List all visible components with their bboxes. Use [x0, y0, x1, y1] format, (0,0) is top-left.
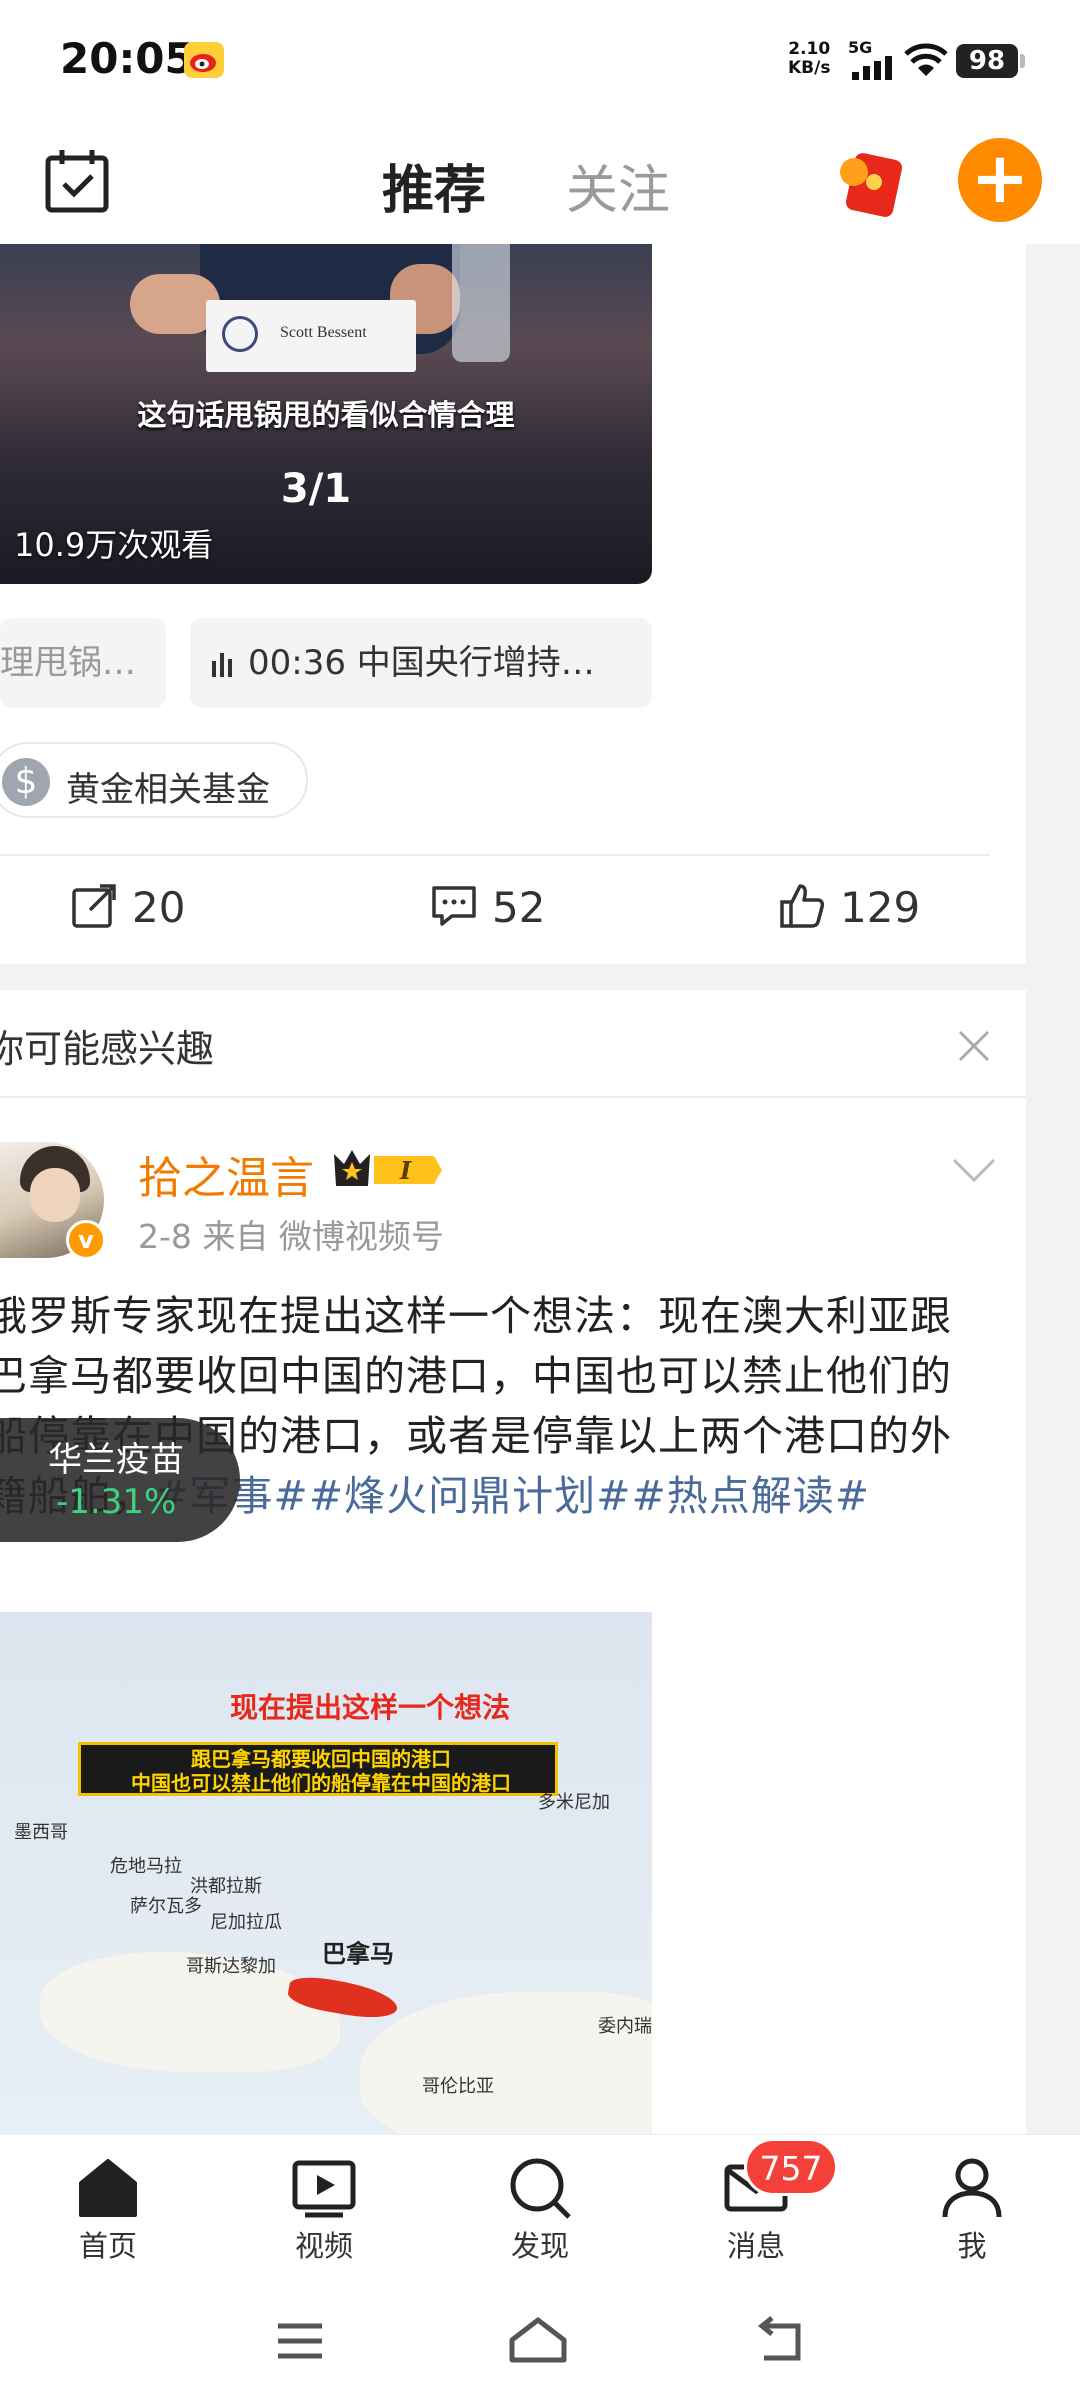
- tab-discover[interactable]: 发现: [470, 2155, 610, 2265]
- message-count-badge: 757: [744, 2138, 838, 2196]
- tab-following[interactable]: 关注: [566, 148, 670, 223]
- tab-me[interactable]: 我: [902, 2155, 1042, 2265]
- hashtag-link[interactable]: #烽火问鼎计划#: [309, 1472, 632, 1520]
- calendar-checkin-icon[interactable]: [44, 148, 110, 214]
- divider: [0, 1096, 1026, 1098]
- audio-wave-icon: [212, 653, 232, 677]
- right-gutter: [1026, 244, 1080, 2134]
- menu-icon[interactable]: [270, 2314, 330, 2368]
- network-type: 5G: [848, 38, 873, 57]
- comment-button[interactable]: 52: [430, 882, 545, 932]
- top-nav: 推荐 关注 +: [0, 122, 1080, 244]
- video-icon: [292, 2160, 356, 2218]
- search-icon: [510, 2158, 571, 2219]
- repost-icon: [72, 884, 116, 928]
- net-speed: 2.10 KB/s: [788, 39, 831, 78]
- svg-text:I: I: [399, 1156, 412, 1185]
- fund-tag-label: 黄金相关基金: [66, 770, 270, 810]
- related-video-chip[interactable]: 理甩锅…: [0, 618, 166, 708]
- map-label: 萨尔瓦多: [130, 1896, 202, 1917]
- hashtag-link[interactable]: #热点解读#: [631, 1472, 870, 1520]
- battery-indicator: 98: [956, 44, 1025, 78]
- divider: [0, 854, 990, 856]
- fund-tag[interactable]: $ 黄金相关基金: [0, 742, 308, 818]
- map-label: 尼加拉瓜: [210, 1912, 282, 1933]
- stock-name: 华兰疫苗: [48, 1440, 184, 1480]
- related-audio-chip[interactable]: 00:36 中国央行增持…: [190, 618, 652, 708]
- author-name[interactable]: 拾之温言: [138, 1142, 314, 1206]
- thumbs-up-icon: [780, 884, 825, 928]
- section-gap: [0, 964, 1026, 990]
- post-meta: 2-8 来自 微博视频号: [138, 1217, 444, 1256]
- map-label: 委内瑞: [598, 2016, 652, 2037]
- feed[interactable]: Scott Bessent 这句话甩锅甩的看似合情合理 3/1 10.9万次观看…: [0, 244, 1026, 2134]
- map-label: 危地马拉: [110, 1856, 182, 1877]
- map-label: 哥伦比亚: [422, 2076, 494, 2097]
- profile-icon: [942, 2158, 1002, 2218]
- system-navigation-bar: [0, 2274, 1080, 2408]
- like-button[interactable]: 129: [778, 882, 920, 932]
- post-video-thumbnail[interactable]: Scott Bessent 这句话甩锅甩的看似合情合理 3/1 10.9万次观看: [0, 244, 652, 584]
- back-icon[interactable]: [750, 2314, 810, 2368]
- dollar-icon: $: [2, 758, 50, 806]
- media-banner: 跟巴拿马都要收回中国的港口 中国也可以禁止他们的船停靠在中国的港口: [78, 1742, 558, 1796]
- weibo-notification-icon: [184, 42, 224, 78]
- status-bar: 20:05 2.10 KB/s 5G 98: [0, 0, 1080, 122]
- compose-plus-button[interactable]: +: [958, 138, 1042, 222]
- close-icon[interactable]: [954, 1026, 994, 1066]
- video-view-count: 10.9万次观看: [14, 526, 214, 564]
- video-page-indicator: 3/1: [280, 466, 352, 512]
- repost-button[interactable]: 20: [70, 882, 185, 932]
- map-label: 哥斯达黎加: [186, 1956, 276, 1977]
- member-crown-badge-icon: I: [334, 1150, 442, 1186]
- chevron-down-icon[interactable]: [948, 1152, 1000, 1188]
- bottom-tab-bar: 首页 视频 发现 消息 我: [0, 2134, 1080, 2274]
- red-packet-icon[interactable]: [834, 142, 908, 220]
- verified-badge: v: [66, 1220, 106, 1260]
- signal-icon: [852, 56, 892, 80]
- map-label: 多米尼加: [538, 1792, 610, 1813]
- comment-icon: [432, 886, 476, 926]
- home-icon: [79, 2159, 137, 2217]
- tab-home[interactable]: 首页: [38, 2155, 178, 2265]
- map-label: 墨西哥: [14, 1822, 68, 1843]
- tab-recommended[interactable]: 推荐: [382, 148, 487, 223]
- stock-change: -1.31%: [56, 1482, 177, 1522]
- video-caption: 这句话甩锅甩的看似合情合理: [137, 398, 515, 432]
- video-nameplate: Scott Bessent: [206, 300, 416, 372]
- status-time: 20:05: [60, 34, 194, 83]
- suggestion-title: 你可能感兴趣: [0, 1027, 215, 1071]
- media-headline: 现在提出这样一个想法: [230, 1691, 511, 1724]
- wifi-icon: [904, 43, 948, 76]
- map-label: 巴拿马: [322, 1940, 394, 1968]
- post-video-thumbnail[interactable]: 现在提出这样一个想法 跟巴拿马都要收回中国的港口 中国也可以禁止他们的船停靠在中…: [0, 1612, 652, 2134]
- seal-icon: [222, 316, 258, 352]
- stock-ticker-pill[interactable]: 华兰疫苗 -1.31%: [0, 1418, 240, 1542]
- tab-video[interactable]: 视频: [254, 2155, 394, 2265]
- home-nav-icon[interactable]: [508, 2314, 568, 2368]
